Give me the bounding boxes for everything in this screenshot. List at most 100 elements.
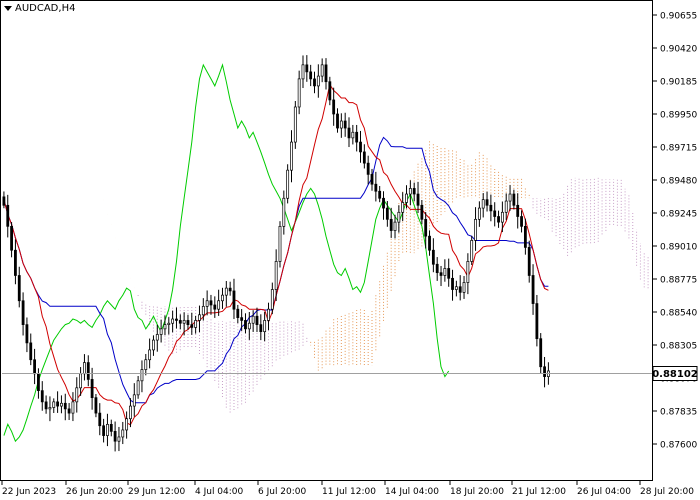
candle-bear bbox=[535, 303, 539, 340]
x-tick-label: 28 Jul 20:00 bbox=[640, 487, 694, 497]
candle-bull bbox=[290, 141, 293, 171]
candle-bull bbox=[117, 436, 121, 442]
candle-bear bbox=[228, 287, 232, 292]
candle-bear bbox=[362, 151, 366, 164]
candle-bull bbox=[198, 314, 201, 321]
candle-bear bbox=[458, 286, 462, 293]
candle-bull bbox=[48, 407, 52, 410]
candle-bull bbox=[481, 199, 485, 209]
dropdown-triangle-icon bbox=[4, 6, 12, 11]
x-tick-label: 22 Jun 2023 bbox=[2, 487, 56, 497]
candle-bull bbox=[408, 188, 412, 195]
candle-bear bbox=[56, 401, 60, 407]
y-tick-label: 0.87835 bbox=[660, 408, 697, 418]
candle-bear bbox=[232, 290, 236, 310]
candle-bear bbox=[332, 99, 336, 115]
candle-bear bbox=[44, 401, 48, 410]
candle-bull bbox=[221, 294, 224, 302]
candle-bull bbox=[159, 328, 163, 335]
candle-bull bbox=[297, 78, 301, 108]
candle-bear bbox=[186, 320, 190, 325]
candle-bull bbox=[194, 320, 198, 328]
current-price-tag: 0.88102 bbox=[652, 366, 698, 381]
candle-bull bbox=[75, 387, 79, 403]
candle-bear bbox=[343, 120, 347, 129]
symbol-header[interactable]: AUDCAD,H4 bbox=[4, 3, 75, 14]
candle-bear bbox=[209, 300, 213, 306]
candle-bull bbox=[454, 286, 458, 290]
candle-bull bbox=[60, 402, 63, 407]
candle-bear bbox=[516, 204, 520, 217]
candle-bull bbox=[508, 193, 512, 202]
candle-bull bbox=[474, 218, 477, 241]
candle-bear bbox=[424, 218, 428, 237]
x-tick-label: 14 Jul 04:00 bbox=[385, 487, 439, 497]
candle-bull bbox=[171, 318, 175, 324]
y-tick-label: 0.87600 bbox=[660, 441, 697, 451]
candle-bull bbox=[401, 202, 405, 213]
y-tick-label: 0.89480 bbox=[660, 177, 697, 187]
symbol-label: AUDCAD,H4 bbox=[15, 3, 76, 14]
candle-bear bbox=[527, 247, 531, 276]
candle-bull bbox=[470, 240, 474, 262]
candle-bear bbox=[63, 402, 67, 410]
candle-bear bbox=[359, 141, 362, 153]
candle-bear bbox=[33, 359, 36, 375]
y-tick-label: 0.89950 bbox=[660, 111, 697, 121]
candle-bull bbox=[148, 349, 152, 361]
candle-bull bbox=[393, 221, 397, 231]
candle-bear bbox=[416, 193, 420, 206]
candle-bear bbox=[336, 113, 339, 129]
candle-bear bbox=[523, 225, 527, 248]
y-tick-label: 0.90185 bbox=[660, 78, 697, 88]
price-chart[interactable]: 0.90655 0.90420 0.90185 0.89950 0.89715 0.894… bbox=[0, 0, 700, 500]
candle-bear bbox=[17, 275, 21, 302]
candle-bull bbox=[282, 197, 286, 227]
chart-window: 0.90655 0.90420 0.90185 0.89950 0.89715 0.894… bbox=[0, 0, 700, 500]
candle-bear bbox=[328, 81, 332, 101]
candle-bull bbox=[79, 373, 83, 389]
candle-bull bbox=[155, 334, 159, 341]
candle-bull bbox=[136, 380, 140, 396]
candle-bear bbox=[439, 272, 443, 276]
candle-bear bbox=[489, 204, 493, 212]
y-tick-label: 0.89010 bbox=[660, 243, 697, 253]
candle-bull bbox=[71, 401, 75, 414]
candle-bear bbox=[520, 216, 523, 227]
candle-bull bbox=[278, 225, 282, 262]
candle-bear bbox=[447, 268, 451, 279]
candle-bear bbox=[109, 423, 113, 432]
candle-bear bbox=[37, 373, 40, 391]
candle-bear bbox=[309, 71, 313, 80]
candle-bear bbox=[90, 379, 94, 399]
candle-bear bbox=[324, 64, 328, 83]
candle-bull bbox=[144, 359, 148, 370]
candle-bull bbox=[293, 106, 297, 143]
x-tick-label: 21 Jul 12:00 bbox=[512, 487, 566, 497]
candle-bear bbox=[67, 408, 71, 414]
x-tick-label: 11 Jul 12:00 bbox=[322, 487, 376, 497]
candle-bull bbox=[504, 200, 508, 213]
candle-bull bbox=[125, 418, 129, 431]
candle-bear bbox=[113, 431, 117, 442]
candle-bear bbox=[6, 204, 10, 227]
candle-bull bbox=[121, 429, 125, 438]
candle-bull bbox=[247, 322, 251, 330]
x-tick-label: 26 Jun 20:00 bbox=[66, 487, 123, 497]
x-axis: 22 Jun 2023 26 Jun 20:00 29 Jun 12:00 4 Jul… bbox=[1, 481, 694, 497]
candle-bear bbox=[366, 162, 370, 175]
candle-bear bbox=[355, 131, 359, 143]
candle-bull bbox=[320, 64, 324, 77]
x-tick-label: 18 Jul 20:00 bbox=[450, 487, 504, 497]
candle-bull bbox=[140, 369, 144, 382]
candle-bear bbox=[240, 317, 244, 321]
candle-bull bbox=[301, 64, 305, 80]
candle-bear bbox=[382, 197, 385, 209]
candle-bull bbox=[466, 261, 470, 283]
candle-bear bbox=[539, 338, 543, 368]
y-tick-label: 0.88775 bbox=[660, 276, 697, 286]
candle-bull bbox=[316, 75, 320, 87]
candle-bear bbox=[435, 263, 439, 274]
candle-bull bbox=[182, 320, 186, 324]
candle-bear bbox=[493, 210, 497, 217]
